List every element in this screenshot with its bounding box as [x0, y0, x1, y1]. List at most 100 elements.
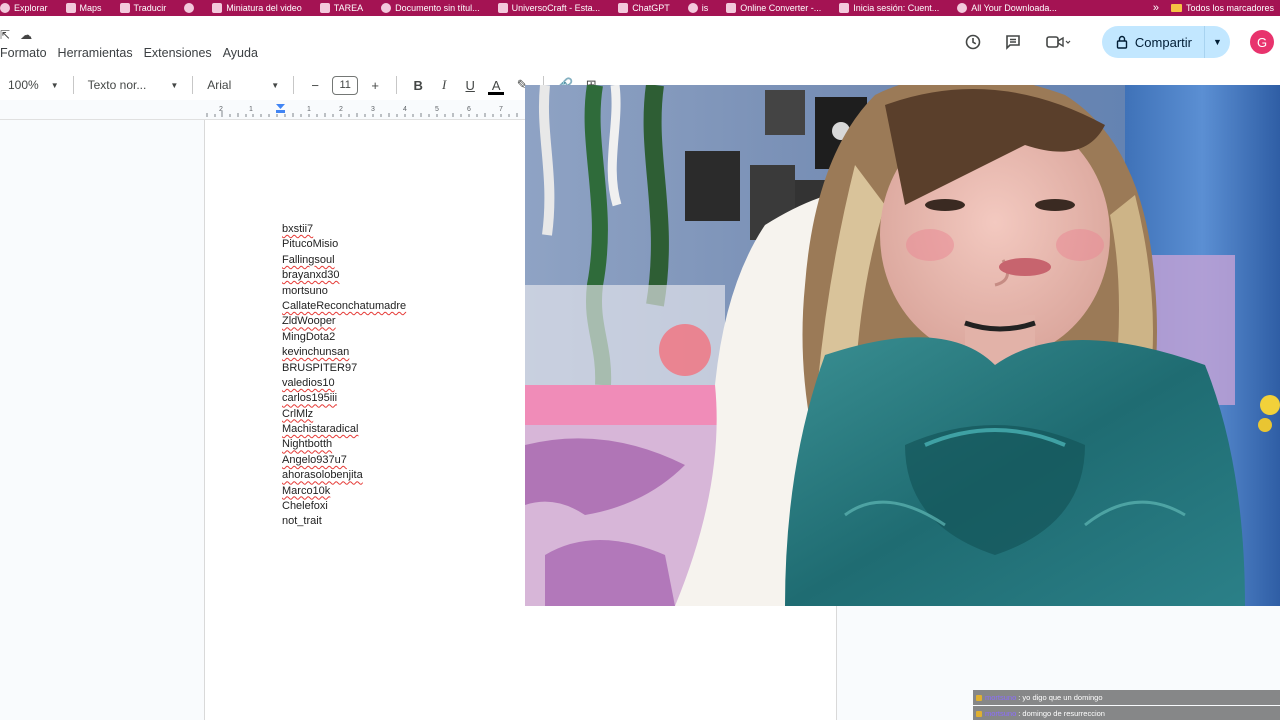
bookmark-item[interactable]: Explorar — [0, 0, 48, 16]
lock-icon — [1116, 35, 1128, 49]
style-select[interactable]: Texto nor... ▼ — [82, 78, 185, 92]
list-item[interactable]: MingDota2 — [282, 330, 406, 345]
bookmark-item[interactable]: Inicia sesión: Cuent... — [839, 0, 939, 16]
webcam-overlay — [525, 85, 1280, 606]
bookmark-item[interactable] — [184, 0, 195, 16]
list-item[interactable]: ZldWooper — [282, 314, 406, 329]
font-select[interactable]: Arial ▼ — [201, 78, 285, 92]
bookmark-item[interactable]: Documento sin títul... — [381, 0, 480, 16]
chat-message: mortsuno: yo digo que un domingo — [973, 690, 1280, 705]
menu-ayuda[interactable]: Ayuda — [223, 46, 258, 60]
list-item[interactable]: Angelo937u7 — [282, 453, 406, 468]
share-button[interactable]: Compartir ▼ — [1101, 26, 1230, 58]
screen: Explorar Maps Traducir Miniatura del video T… — [0, 0, 1280, 720]
list-item-text: Machistaradical — [282, 423, 359, 436]
globe-icon — [687, 3, 698, 13]
share-main[interactable]: Compartir — [1102, 26, 1204, 58]
tarea-icon — [319, 3, 330, 13]
bookmark-item[interactable]: UniversoCraft - Esta... — [497, 0, 601, 16]
cloud-saved-icon[interactable]: ☁ — [20, 28, 32, 42]
move-icon[interactable]: ⇱ — [0, 28, 10, 42]
bookmark-item[interactable]: TAREA — [319, 0, 364, 16]
share-label: Compartir — [1134, 34, 1192, 50]
list-item[interactable]: Nightbotth — [282, 437, 406, 452]
chat-text: : domingo de resurreccion — [1018, 709, 1105, 718]
decrease-font-size-icon[interactable]: − — [304, 74, 326, 96]
list-item[interactable]: bxstii7 — [282, 222, 406, 237]
list-item[interactable]: not_trait — [282, 514, 406, 529]
list-item-text: CrlMlz — [282, 407, 314, 420]
underline-icon[interactable]: U — [459, 74, 481, 96]
bookmark-item[interactable]: Traducir — [119, 0, 166, 16]
menu-formato[interactable]: Formato — [0, 46, 47, 60]
divider — [72, 76, 74, 94]
increase-font-size-icon[interactable]: + — [364, 74, 386, 96]
bookmark-label: ChatGPT — [632, 3, 670, 13]
bookmark-item[interactable]: Online Converter -... — [726, 0, 821, 16]
chat-text: : yo digo que un domingo — [1018, 693, 1103, 702]
more-bookmarks-icon[interactable]: » — [1153, 2, 1159, 14]
globe-icon — [497, 3, 508, 13]
menu-herramientas[interactable]: Herramientas — [58, 46, 133, 60]
font-size-input[interactable]: 11 — [332, 75, 359, 95]
google-icon — [839, 3, 850, 13]
divider — [192, 76, 194, 94]
list-item[interactable]: Chelefoxi — [282, 499, 406, 514]
folder-icon — [1170, 4, 1182, 12]
list-item[interactable]: CrlMlz — [282, 407, 406, 422]
list-item[interactable]: carlos195iii — [282, 391, 406, 406]
name-list[interactable]: bxstii7 PitucoMisio Fallingsoul brayanxd30 m… — [282, 222, 406, 530]
list-item[interactable]: valedios10 — [282, 376, 406, 391]
text-color-icon[interactable]: A — [485, 74, 507, 96]
list-item-text: Fallingsoul — [282, 253, 335, 266]
svg-text:1: 1 — [249, 106, 253, 113]
list-item-text: kevinchunsan — [282, 346, 350, 359]
share-dropdown-icon[interactable]: ▼ — [1204, 26, 1230, 58]
list-item-text: bxstii7 — [282, 223, 314, 235]
xc-icon — [957, 3, 968, 13]
menu-extensiones[interactable]: Extensiones — [144, 46, 212, 60]
list-item[interactable]: PitucoMisio — [282, 237, 406, 252]
list-item-text: not_trait — [282, 515, 322, 528]
converter-icon — [726, 3, 737, 13]
doc-status-icons: ⇱ ☁ — [0, 28, 32, 42]
bookmark-label: Miniatura del video — [226, 3, 302, 13]
divider — [396, 76, 398, 94]
bookmark-label: UniversoCraft - Esta... — [511, 3, 601, 13]
twitch-icon — [212, 3, 223, 13]
bookmark-item[interactable]: Maps — [65, 0, 102, 16]
comments-icon[interactable] — [998, 27, 1028, 57]
all-bookmarks-folder[interactable]: Todos los marcadores — [1170, 3, 1280, 13]
svg-text:3: 3 — [371, 106, 375, 113]
list-item-text: brayanxd30 — [282, 269, 340, 282]
bookmark-item[interactable]: All Your Downloada... — [957, 0, 1057, 16]
list-item[interactable]: Marco10k — [282, 484, 406, 499]
version-history-icon[interactable] — [958, 27, 988, 57]
bookmark-item[interactable]: ChatGPT — [618, 0, 670, 16]
list-item[interactable]: ahorasolobenjita — [282, 468, 406, 483]
bookmark-item[interactable]: Miniatura del video — [212, 0, 302, 16]
chevron-down-icon: ▼ — [50, 80, 59, 90]
list-item[interactable]: brayanxd30 — [282, 268, 406, 283]
svg-text:2: 2 — [339, 106, 343, 113]
bookmark-label: is — [701, 3, 709, 13]
list-item[interactable]: BRUSPITER97 — [282, 361, 406, 376]
avatar[interactable]: G — [1250, 30, 1274, 54]
list-item[interactable]: Machistaradical — [282, 422, 406, 437]
bookmark-item[interactable]: is — [687, 0, 709, 16]
chevron-down-icon: ▼ — [271, 80, 280, 90]
italic-icon[interactable]: I — [433, 74, 455, 96]
list-item-text: Nightbotth — [282, 438, 333, 451]
zoom-select[interactable]: 100% ▼ — [0, 78, 65, 92]
style-value: Texto nor... — [87, 78, 147, 92]
list-item[interactable]: CallateReconchatumadre — [282, 299, 406, 314]
list-item[interactable]: mortsuno — [282, 284, 406, 299]
bold-icon[interactable]: B — [407, 74, 429, 96]
menu-bar: Formato Herramientas Extensiones Ayuda — [0, 46, 258, 60]
bookmark-label: TAREA — [333, 3, 364, 13]
list-item[interactable]: kevinchunsan — [282, 345, 406, 360]
meet-icon[interactable] — [1038, 27, 1078, 57]
docs-header: ⇱ ☁ Formato Herramientas Extensiones Ayu… — [0, 16, 1280, 68]
svg-text:5: 5 — [435, 106, 439, 113]
list-item[interactable]: Fallingsoul — [282, 253, 406, 268]
